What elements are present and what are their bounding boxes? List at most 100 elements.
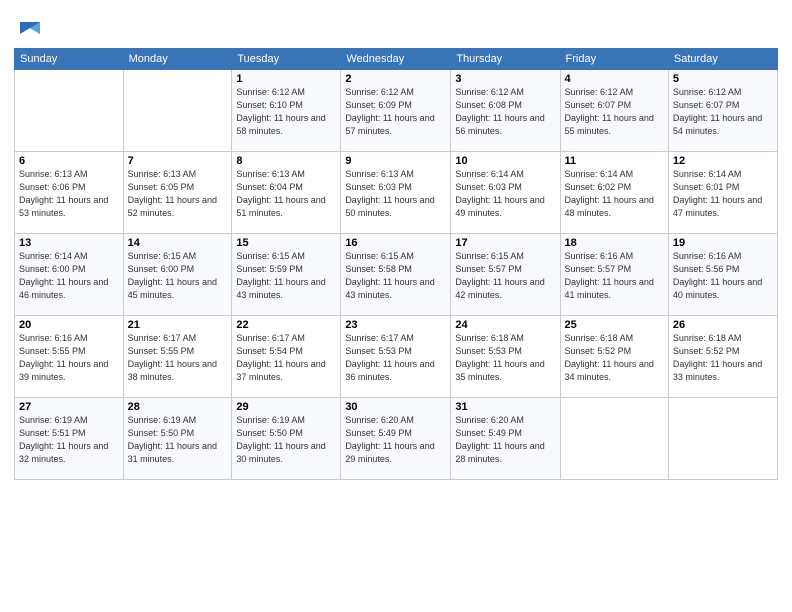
- day-number: 24: [455, 319, 555, 331]
- day-info: Sunrise: 6:14 AMSunset: 6:02 PMDaylight:…: [565, 168, 664, 220]
- calendar-week-3: 13Sunrise: 6:14 AMSunset: 6:00 PMDayligh…: [15, 234, 778, 316]
- calendar-cell: 27Sunrise: 6:19 AMSunset: 5:51 PMDayligh…: [15, 398, 124, 480]
- day-info: Sunrise: 6:15 AMSunset: 5:59 PMDaylight:…: [236, 250, 336, 302]
- column-header-tuesday: Tuesday: [232, 49, 341, 70]
- day-number: 2: [345, 73, 446, 85]
- calendar-cell: 13Sunrise: 6:14 AMSunset: 6:00 PMDayligh…: [15, 234, 124, 316]
- day-info: Sunrise: 6:19 AMSunset: 5:50 PMDaylight:…: [236, 414, 336, 466]
- day-number: 15: [236, 237, 336, 249]
- day-info: Sunrise: 6:13 AMSunset: 6:04 PMDaylight:…: [236, 168, 336, 220]
- calendar-cell: 6Sunrise: 6:13 AMSunset: 6:06 PMDaylight…: [15, 152, 124, 234]
- day-number: 6: [19, 155, 119, 167]
- calendar-cell: 5Sunrise: 6:12 AMSunset: 6:07 PMDaylight…: [668, 70, 777, 152]
- day-info: Sunrise: 6:12 AMSunset: 6:10 PMDaylight:…: [236, 86, 336, 138]
- day-info: Sunrise: 6:12 AMSunset: 6:08 PMDaylight:…: [455, 86, 555, 138]
- day-number: 23: [345, 319, 446, 331]
- day-number: 26: [673, 319, 773, 331]
- column-header-saturday: Saturday: [668, 49, 777, 70]
- day-number: 12: [673, 155, 773, 167]
- day-number: 3: [455, 73, 555, 85]
- calendar-cell: 24Sunrise: 6:18 AMSunset: 5:53 PMDayligh…: [451, 316, 560, 398]
- day-number: 5: [673, 73, 773, 85]
- day-number: 14: [128, 237, 228, 249]
- day-info: Sunrise: 6:18 AMSunset: 5:52 PMDaylight:…: [565, 332, 664, 384]
- calendar-cell: 4Sunrise: 6:12 AMSunset: 6:07 PMDaylight…: [560, 70, 668, 152]
- column-header-wednesday: Wednesday: [341, 49, 451, 70]
- calendar-week-4: 20Sunrise: 6:16 AMSunset: 5:55 PMDayligh…: [15, 316, 778, 398]
- day-number: 30: [345, 401, 446, 413]
- calendar-week-2: 6Sunrise: 6:13 AMSunset: 6:06 PMDaylight…: [15, 152, 778, 234]
- day-number: 10: [455, 155, 555, 167]
- calendar-cell: 22Sunrise: 6:17 AMSunset: 5:54 PMDayligh…: [232, 316, 341, 398]
- calendar-cell: 18Sunrise: 6:16 AMSunset: 5:57 PMDayligh…: [560, 234, 668, 316]
- column-header-monday: Monday: [123, 49, 232, 70]
- calendar-cell: 20Sunrise: 6:16 AMSunset: 5:55 PMDayligh…: [15, 316, 124, 398]
- day-info: Sunrise: 6:15 AMSunset: 6:00 PMDaylight:…: [128, 250, 228, 302]
- day-number: 21: [128, 319, 228, 331]
- calendar-page: SundayMondayTuesdayWednesdayThursdayFrid…: [0, 0, 792, 612]
- day-number: 7: [128, 155, 228, 167]
- day-number: 16: [345, 237, 446, 249]
- calendar-header-row: SundayMondayTuesdayWednesdayThursdayFrid…: [15, 49, 778, 70]
- day-number: 1: [236, 73, 336, 85]
- day-number: 31: [455, 401, 555, 413]
- calendar-cell: 26Sunrise: 6:18 AMSunset: 5:52 PMDayligh…: [668, 316, 777, 398]
- calendar-cell: 11Sunrise: 6:14 AMSunset: 6:02 PMDayligh…: [560, 152, 668, 234]
- calendar-cell: 31Sunrise: 6:20 AMSunset: 5:49 PMDayligh…: [451, 398, 560, 480]
- day-info: Sunrise: 6:14 AMSunset: 6:00 PMDaylight:…: [19, 250, 119, 302]
- day-number: 27: [19, 401, 119, 413]
- logo-icon: [16, 14, 44, 42]
- header: [14, 10, 778, 42]
- day-info: Sunrise: 6:18 AMSunset: 5:53 PMDaylight:…: [455, 332, 555, 384]
- day-info: Sunrise: 6:16 AMSunset: 5:56 PMDaylight:…: [673, 250, 773, 302]
- day-number: 22: [236, 319, 336, 331]
- day-number: 28: [128, 401, 228, 413]
- calendar-cell: 10Sunrise: 6:14 AMSunset: 6:03 PMDayligh…: [451, 152, 560, 234]
- day-number: 13: [19, 237, 119, 249]
- day-info: Sunrise: 6:17 AMSunset: 5:54 PMDaylight:…: [236, 332, 336, 384]
- calendar-cell: 29Sunrise: 6:19 AMSunset: 5:50 PMDayligh…: [232, 398, 341, 480]
- calendar-cell: 19Sunrise: 6:16 AMSunset: 5:56 PMDayligh…: [668, 234, 777, 316]
- calendar-cell: 12Sunrise: 6:14 AMSunset: 6:01 PMDayligh…: [668, 152, 777, 234]
- day-info: Sunrise: 6:17 AMSunset: 5:55 PMDaylight:…: [128, 332, 228, 384]
- day-info: Sunrise: 6:16 AMSunset: 5:57 PMDaylight:…: [565, 250, 664, 302]
- day-number: 18: [565, 237, 664, 249]
- calendar-cell: 30Sunrise: 6:20 AMSunset: 5:49 PMDayligh…: [341, 398, 451, 480]
- day-info: Sunrise: 6:18 AMSunset: 5:52 PMDaylight:…: [673, 332, 773, 384]
- calendar-cell: 8Sunrise: 6:13 AMSunset: 6:04 PMDaylight…: [232, 152, 341, 234]
- day-info: Sunrise: 6:15 AMSunset: 5:58 PMDaylight:…: [345, 250, 446, 302]
- day-info: Sunrise: 6:17 AMSunset: 5:53 PMDaylight:…: [345, 332, 446, 384]
- day-number: 9: [345, 155, 446, 167]
- day-info: Sunrise: 6:16 AMSunset: 5:55 PMDaylight:…: [19, 332, 119, 384]
- calendar-cell: 9Sunrise: 6:13 AMSunset: 6:03 PMDaylight…: [341, 152, 451, 234]
- day-number: 17: [455, 237, 555, 249]
- day-info: Sunrise: 6:12 AMSunset: 6:07 PMDaylight:…: [673, 86, 773, 138]
- calendar-table: SundayMondayTuesdayWednesdayThursdayFrid…: [14, 48, 778, 480]
- calendar-cell: [123, 70, 232, 152]
- day-number: 8: [236, 155, 336, 167]
- day-info: Sunrise: 6:15 AMSunset: 5:57 PMDaylight:…: [455, 250, 555, 302]
- calendar-cell: 28Sunrise: 6:19 AMSunset: 5:50 PMDayligh…: [123, 398, 232, 480]
- calendar-cell: [15, 70, 124, 152]
- logo: [14, 14, 44, 42]
- calendar-cell: [668, 398, 777, 480]
- day-info: Sunrise: 6:12 AMSunset: 6:07 PMDaylight:…: [565, 86, 664, 138]
- day-info: Sunrise: 6:20 AMSunset: 5:49 PMDaylight:…: [455, 414, 555, 466]
- calendar-cell: 15Sunrise: 6:15 AMSunset: 5:59 PMDayligh…: [232, 234, 341, 316]
- calendar-cell: 2Sunrise: 6:12 AMSunset: 6:09 PMDaylight…: [341, 70, 451, 152]
- day-info: Sunrise: 6:19 AMSunset: 5:51 PMDaylight:…: [19, 414, 119, 466]
- column-header-friday: Friday: [560, 49, 668, 70]
- day-info: Sunrise: 6:13 AMSunset: 6:03 PMDaylight:…: [345, 168, 446, 220]
- day-info: Sunrise: 6:14 AMSunset: 6:01 PMDaylight:…: [673, 168, 773, 220]
- calendar-cell: 3Sunrise: 6:12 AMSunset: 6:08 PMDaylight…: [451, 70, 560, 152]
- day-number: 25: [565, 319, 664, 331]
- day-number: 20: [19, 319, 119, 331]
- calendar-cell: 21Sunrise: 6:17 AMSunset: 5:55 PMDayligh…: [123, 316, 232, 398]
- calendar-cell: 16Sunrise: 6:15 AMSunset: 5:58 PMDayligh…: [341, 234, 451, 316]
- day-info: Sunrise: 6:20 AMSunset: 5:49 PMDaylight:…: [345, 414, 446, 466]
- column-header-thursday: Thursday: [451, 49, 560, 70]
- day-info: Sunrise: 6:19 AMSunset: 5:50 PMDaylight:…: [128, 414, 228, 466]
- day-info: Sunrise: 6:14 AMSunset: 6:03 PMDaylight:…: [455, 168, 555, 220]
- day-number: 29: [236, 401, 336, 413]
- calendar-cell: 1Sunrise: 6:12 AMSunset: 6:10 PMDaylight…: [232, 70, 341, 152]
